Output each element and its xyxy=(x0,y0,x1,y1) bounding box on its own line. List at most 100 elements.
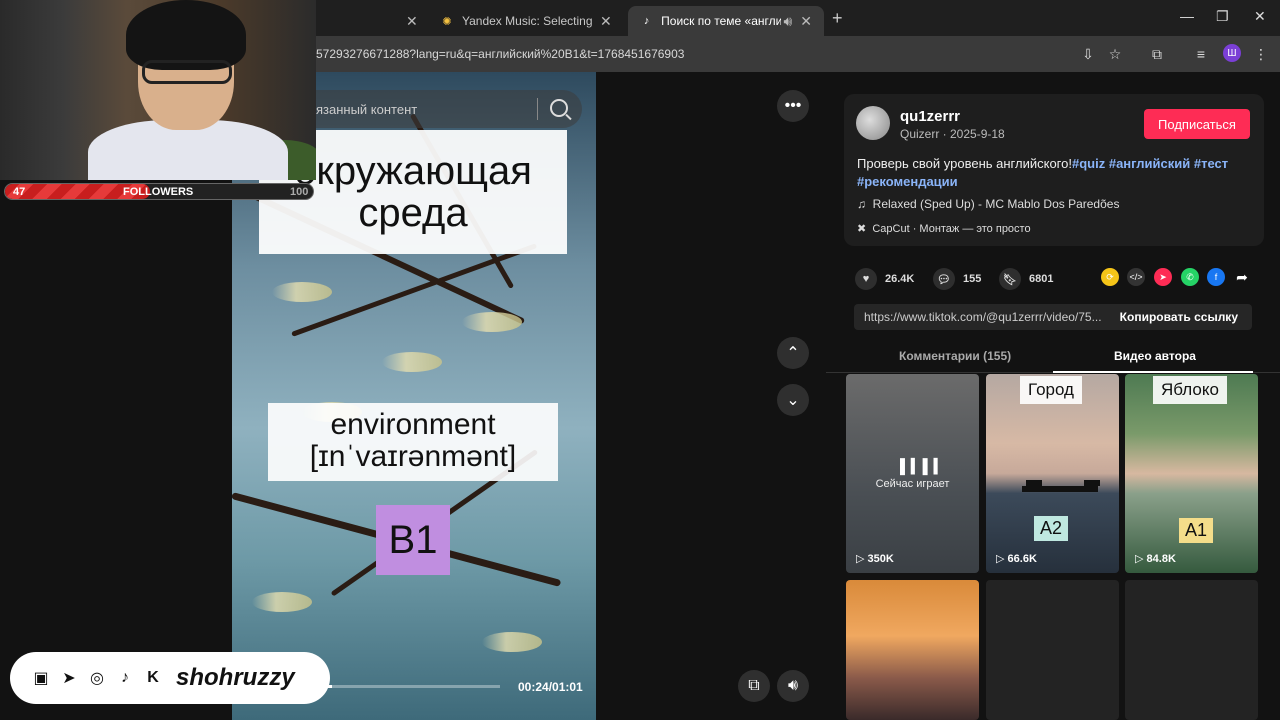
panel-tabs: Комментарии (155) Видео автора xyxy=(826,340,1280,373)
repost-icon[interactable]: ⟳ xyxy=(1101,268,1119,286)
hashtag[interactable]: #английский xyxy=(1109,156,1190,171)
play-icon: ▷ xyxy=(996,553,1005,565)
instagram-icon: ◎ xyxy=(90,670,104,687)
extensions-icon[interactable]: ⧉ xyxy=(1148,45,1166,63)
author-name[interactable]: qu1zerrr xyxy=(900,108,960,125)
author-meta: Quizerr · 2025-9-18 xyxy=(900,127,1005,141)
video-thumbnail[interactable]: Яблоко A1 ▷ 84.8K xyxy=(1125,374,1258,573)
streamer-social-overlay: ▣ ➤ ◎ ♪ K shohruzzy xyxy=(10,652,330,704)
video-thumbnail[interactable]: Город A2 ▷ 66.6K xyxy=(986,374,1119,573)
hashtag[interactable]: #quiz xyxy=(1072,156,1105,171)
followers-current: 47 xyxy=(13,186,26,198)
bookmark-star-icon[interactable]: ☆ xyxy=(1106,45,1124,63)
share-link[interactable]: https://www.tiktok.com/@qu1zerrr/video/7… xyxy=(864,310,1110,324)
capcut-info[interactable]: ✖ CapCut · Монтаж — это просто xyxy=(857,222,1031,235)
view-count: ▷ 66.6K xyxy=(996,552,1037,565)
video-thumbnail-placeholder xyxy=(986,580,1119,720)
bookmark-icon: 🔖︎ xyxy=(999,268,1021,290)
yandex-music-icon: ✺ xyxy=(442,15,452,28)
tab-author-videos[interactable]: Видео автора xyxy=(1114,349,1196,363)
play-icon: ▷ xyxy=(856,553,865,565)
followers-label: FOLLOWERS xyxy=(123,186,194,198)
tab-comments[interactable]: Комментарии (155) xyxy=(899,349,1011,363)
view-count-text: 66.6K xyxy=(1007,553,1037,565)
whatsapp-icon[interactable]: ✆ xyxy=(1181,268,1199,286)
level-badge: B1 xyxy=(376,505,450,575)
facebook-icon[interactable]: f xyxy=(1207,268,1225,286)
search-icon[interactable] xyxy=(550,99,568,117)
send-icon[interactable]: ➤ xyxy=(1154,268,1172,286)
share-link-box: https://www.tiktok.com/@qu1zerrr/video/7… xyxy=(854,304,1252,330)
profile-avatar[interactable]: Ш xyxy=(1223,44,1241,62)
embed-icon[interactable]: </> xyxy=(1127,268,1145,286)
comment-count: 155 xyxy=(963,273,982,285)
now-playing-label: Сейчас играет xyxy=(875,478,950,490)
speaker-icon[interactable]: 🔊︎ xyxy=(783,13,792,30)
previous-video-button[interactable]: ⌃ xyxy=(777,337,809,369)
active-tab-underline xyxy=(1053,371,1253,373)
tiktok-icon: ♪ xyxy=(121,669,129,686)
streamer-handle: shohruzzy xyxy=(176,664,295,691)
view-count: ▷ 84.8K xyxy=(1135,552,1176,565)
play-icon: ▷ xyxy=(1135,553,1144,565)
url-field[interactable]: 57293276671288?lang=ru&q=английский%20B1… xyxy=(316,47,684,61)
music-info[interactable]: ♫ Relaxed (Sped Up) - MC Mablo Dos Pared… xyxy=(857,197,1119,211)
capcut-icon: ✖ xyxy=(857,223,867,235)
subscribe-button[interactable]: Подписаться xyxy=(1144,109,1250,139)
menu-dots-icon[interactable]: ⋮ xyxy=(1252,45,1270,63)
new-tab-button[interactable]: + xyxy=(832,8,843,29)
tab-title: Поиск по теме «английск xyxy=(661,14,782,28)
view-count: ▷ 350K xyxy=(856,552,894,565)
transcription: [ɪnˈvaɪrənmənt] xyxy=(309,440,517,473)
tiktok-icon: ♪ xyxy=(643,15,650,27)
followers-goal: 100 xyxy=(290,186,309,198)
view-count-text: 84.8K xyxy=(1146,553,1176,565)
kick-icon: K xyxy=(147,669,159,686)
post-description: Проверь свой уровень английского!#quiz #… xyxy=(857,155,1257,191)
thumbnail-level: A1 xyxy=(1179,518,1214,543)
close-window-button[interactable]: ✕ xyxy=(1254,8,1266,25)
comment-icon: 💬︎ xyxy=(933,268,955,290)
volume-icon[interactable]: 🔊︎ xyxy=(777,670,809,702)
view-count-text: 350K xyxy=(867,553,894,565)
close-icon[interactable]: ✕ xyxy=(406,13,418,30)
thumbnail-level: A2 xyxy=(1034,516,1069,541)
twitch-icon: ▣ xyxy=(33,670,49,687)
copy-link-button[interactable]: Копировать ссылку xyxy=(1120,310,1238,324)
capcut-label: CapCut · Монтаж — это просто xyxy=(872,223,1031,235)
next-video-button[interactable]: ⌄ xyxy=(777,384,809,416)
video-thumbnail-placeholder xyxy=(1125,580,1258,720)
hashtag[interactable]: #тест xyxy=(1194,156,1228,171)
thumbnail-word-label: Город xyxy=(1020,376,1082,404)
save-count: 6801 xyxy=(1029,273,1054,285)
video-thumbnail[interactable]: ▌▍▌▍ Сейчас играет ▷ 350K xyxy=(846,374,979,573)
browser-tab-yandex[interactable]: ✺ Yandex Music: Selecting music ✕ xyxy=(428,6,628,36)
close-icon[interactable]: ✕ xyxy=(600,13,612,30)
followers-goal-bar: 47 FOLLOWERS 100 xyxy=(4,183,314,200)
video-timecode: 00:24/01:01 xyxy=(518,680,583,694)
heart-icon: ♥ xyxy=(855,268,877,290)
browser-tab-1[interactable]: ✕ xyxy=(316,6,428,36)
share-arrow-icon[interactable]: ➦ xyxy=(1233,268,1251,286)
minimize-button[interactable]: — xyxy=(1180,8,1194,24)
media-control-icon[interactable]: ≡ xyxy=(1192,45,1210,63)
tab-title: Yandex Music: Selecting music xyxy=(462,14,592,28)
maximize-button[interactable]: ❐ xyxy=(1216,8,1229,25)
telegram-icon: ➤ xyxy=(62,670,76,687)
browser-tab-tiktok[interactable]: ♪ Поиск по теме «английск 🔊︎ ✕ xyxy=(628,6,824,36)
english-word: environment xyxy=(330,408,496,441)
close-icon[interactable]: ✕ xyxy=(800,13,812,30)
miniplayer-icon[interactable]: ⧉ xyxy=(738,670,770,702)
like-button[interactable]: ♥ 26.4K xyxy=(855,268,914,290)
install-app-icon[interactable]: ⇩ xyxy=(1079,45,1097,63)
music-title: Relaxed (Sped Up) - MC Mablo Dos Paredõe… xyxy=(872,197,1120,211)
more-options-button[interactable]: ••• xyxy=(777,90,809,122)
webcam-overlay xyxy=(0,0,316,180)
comment-button[interactable]: 💬︎ 155 xyxy=(933,268,981,290)
save-button[interactable]: 🔖︎ 6801 xyxy=(999,268,1053,290)
hashtag[interactable]: #рекомендации xyxy=(857,174,958,189)
author-avatar[interactable] xyxy=(856,106,890,140)
video-thumbnail[interactable] xyxy=(846,580,979,720)
like-count: 26.4K xyxy=(885,273,915,285)
thumbnail-word-label: Яблоко xyxy=(1153,376,1227,404)
